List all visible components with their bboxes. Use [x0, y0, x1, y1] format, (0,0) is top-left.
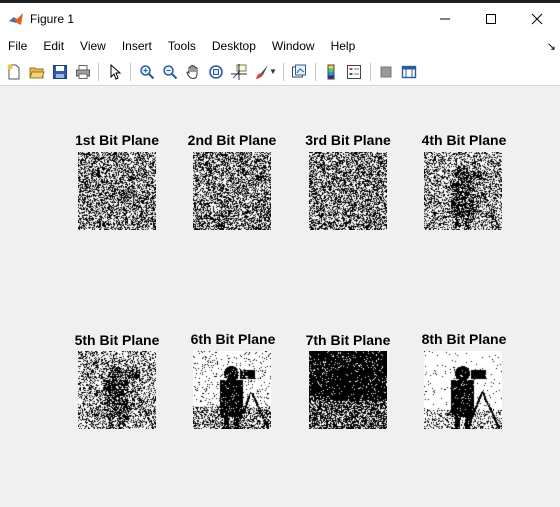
link-plot-button[interactable] [288, 61, 310, 83]
bit-plane-image-8 [424, 351, 502, 429]
menu-bar: File Edit View Insert Tools Desktop Wind… [0, 34, 560, 58]
show-plot-tools-icon [402, 65, 417, 78]
menu-tools[interactable]: Tools [160, 34, 204, 58]
subplot-title-5: 5th Bit Plane [74, 332, 160, 348]
open-file-button[interactable] [26, 61, 48, 83]
maximize-button[interactable] [468, 3, 514, 34]
new-figure-icon [7, 64, 19, 79]
bit-plane-image-7 [309, 351, 387, 429]
brush-icon [255, 64, 268, 79]
subplot-title-8: 8th Bit Plane [421, 331, 507, 347]
toolbar-separator [130, 62, 131, 81]
data-cursor-icon [230, 63, 247, 80]
window-title: Figure 1 [30, 11, 75, 26]
figure-canvas: 1st Bit Plane 2nd Bit Plane 3rd Bit Plan… [0, 87, 560, 507]
figure-toolbar: ▼ [0, 58, 560, 86]
bit-plane-image-4 [424, 152, 502, 230]
bit-plane-image-5 [78, 351, 156, 429]
maximize-icon [486, 13, 496, 24]
bit-plane-image-3 [309, 152, 387, 230]
title-bar[interactable]: Figure 1 [0, 3, 560, 34]
toolbar-separator [314, 62, 316, 81]
toolbar-separator [369, 62, 371, 81]
pointer-button[interactable] [104, 61, 126, 83]
minimize-button[interactable] [422, 3, 468, 34]
zoom-out-button[interactable] [159, 61, 181, 83]
toolbar-separator [282, 62, 284, 81]
legend-icon [347, 64, 362, 79]
menu-file[interactable]: File [0, 34, 35, 58]
hide-plot-tools-button[interactable] [375, 61, 397, 83]
print-button[interactable] [72, 61, 94, 83]
colorbar-icon [327, 64, 335, 79]
subplot-title-7: 7th Bit Plane [305, 332, 391, 348]
link-plot-icon [292, 64, 307, 77]
subplot-title-6: 6th Bit Plane [190, 331, 276, 347]
menu-window[interactable]: Window [264, 34, 323, 58]
subplot-title-2: 2nd Bit Plane [187, 132, 277, 148]
subplot-title-4: 4th Bit Plane [421, 132, 507, 148]
brush-menu-caret[interactable]: ▼ [269, 67, 277, 76]
bit-plane-image-2 [193, 152, 271, 230]
minimize-icon [440, 18, 450, 19]
new-figure-button[interactable] [3, 61, 25, 83]
dock-figure-icon[interactable]: ↘ [547, 40, 556, 53]
menu-view[interactable]: View [72, 34, 114, 58]
rotate-3d-button[interactable] [205, 61, 227, 83]
colorbar-button[interactable] [320, 61, 342, 83]
matlab-icon [9, 12, 23, 25]
subplot-title-3: 3rd Bit Plane [305, 132, 391, 148]
pan-button[interactable] [182, 61, 204, 83]
menu-desktop[interactable]: Desktop [204, 34, 264, 58]
show-plot-tools-button[interactable] [398, 61, 420, 83]
print-icon [75, 64, 90, 79]
close-icon [531, 13, 543, 24]
save-icon [52, 64, 67, 79]
zoom-out-icon [162, 64, 177, 79]
subplot-title-1: 1st Bit Plane [74, 132, 160, 148]
open-file-icon [28, 67, 45, 78]
rotate-3d-icon [208, 64, 223, 79]
data-cursor-button[interactable] [228, 61, 250, 83]
menu-insert[interactable]: Insert [114, 34, 160, 58]
bit-plane-image-6 [193, 351, 271, 429]
pointer-icon [110, 63, 121, 80]
zoom-in-icon [139, 64, 154, 79]
menu-edit[interactable]: Edit [35, 34, 72, 58]
pan-icon [185, 64, 197, 79]
toolbar-separator [98, 62, 99, 81]
hide-plot-tools-icon [380, 66, 392, 77]
legend-button[interactable] [343, 61, 365, 83]
menu-help[interactable]: Help [323, 34, 364, 58]
save-button[interactable] [49, 61, 71, 83]
zoom-in-button[interactable] [136, 61, 158, 83]
bit-plane-image-1 [78, 152, 156, 230]
close-button[interactable] [514, 3, 560, 34]
